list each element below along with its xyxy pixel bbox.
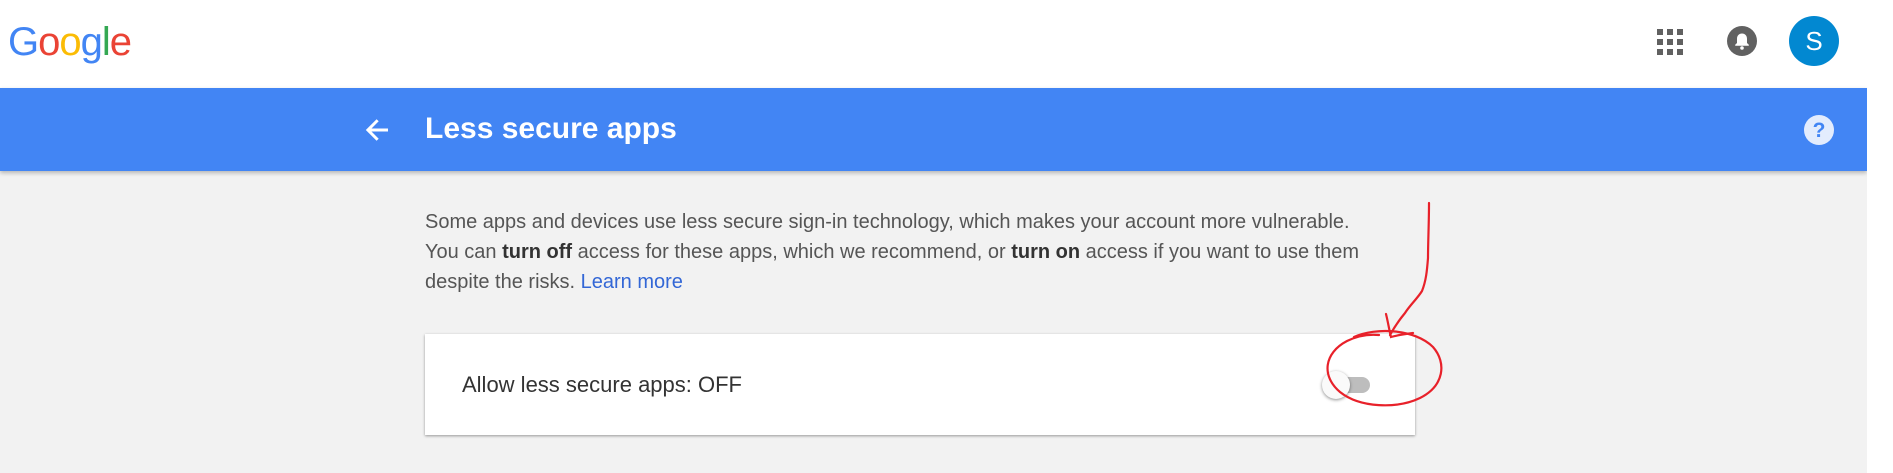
turn-on-text: turn on	[1011, 241, 1081, 263]
toggle-thumb	[1322, 371, 1350, 399]
description-text: Some apps and devices use less secure si…	[425, 207, 1415, 297]
logo-letter: o	[59, 20, 81, 64]
setting-card: Allow less secure apps: OFF	[425, 334, 1415, 435]
logo-letter: G	[8, 20, 39, 64]
top-bar: Google S	[0, 0, 1893, 88]
help-icon[interactable]: ?	[1803, 114, 1835, 146]
logo-letter: l	[101, 20, 111, 64]
apps-grid-icon[interactable]	[1657, 29, 1683, 55]
svg-text:?: ?	[1813, 119, 1826, 142]
allow-less-secure-apps-toggle[interactable]	[1322, 371, 1372, 399]
page-header-banner: Less secure apps ?	[0, 88, 1867, 171]
logo-letter: g	[80, 20, 103, 64]
description-you-can: You can	[425, 241, 503, 263]
bell-icon[interactable]	[1727, 26, 1757, 56]
logo-letter: e	[109, 20, 132, 64]
description-line-1: Some apps and devices use less secure si…	[425, 211, 1350, 233]
page-title: Less secure apps	[425, 112, 677, 145]
arrow-back-icon[interactable]	[362, 115, 392, 145]
turn-off-text: turn off	[502, 241, 573, 263]
learn-more-link[interactable]: Learn more	[581, 271, 683, 293]
setting-label: Allow less secure apps: OFF	[462, 372, 742, 397]
avatar[interactable]: S	[1789, 16, 1839, 66]
description-middle: access for these apps, which we recommen…	[572, 241, 1012, 263]
google-logo[interactable]: Google	[8, 17, 132, 67]
logo-letter: o	[38, 20, 60, 64]
scrollbar[interactable]	[1867, 0, 1893, 473]
